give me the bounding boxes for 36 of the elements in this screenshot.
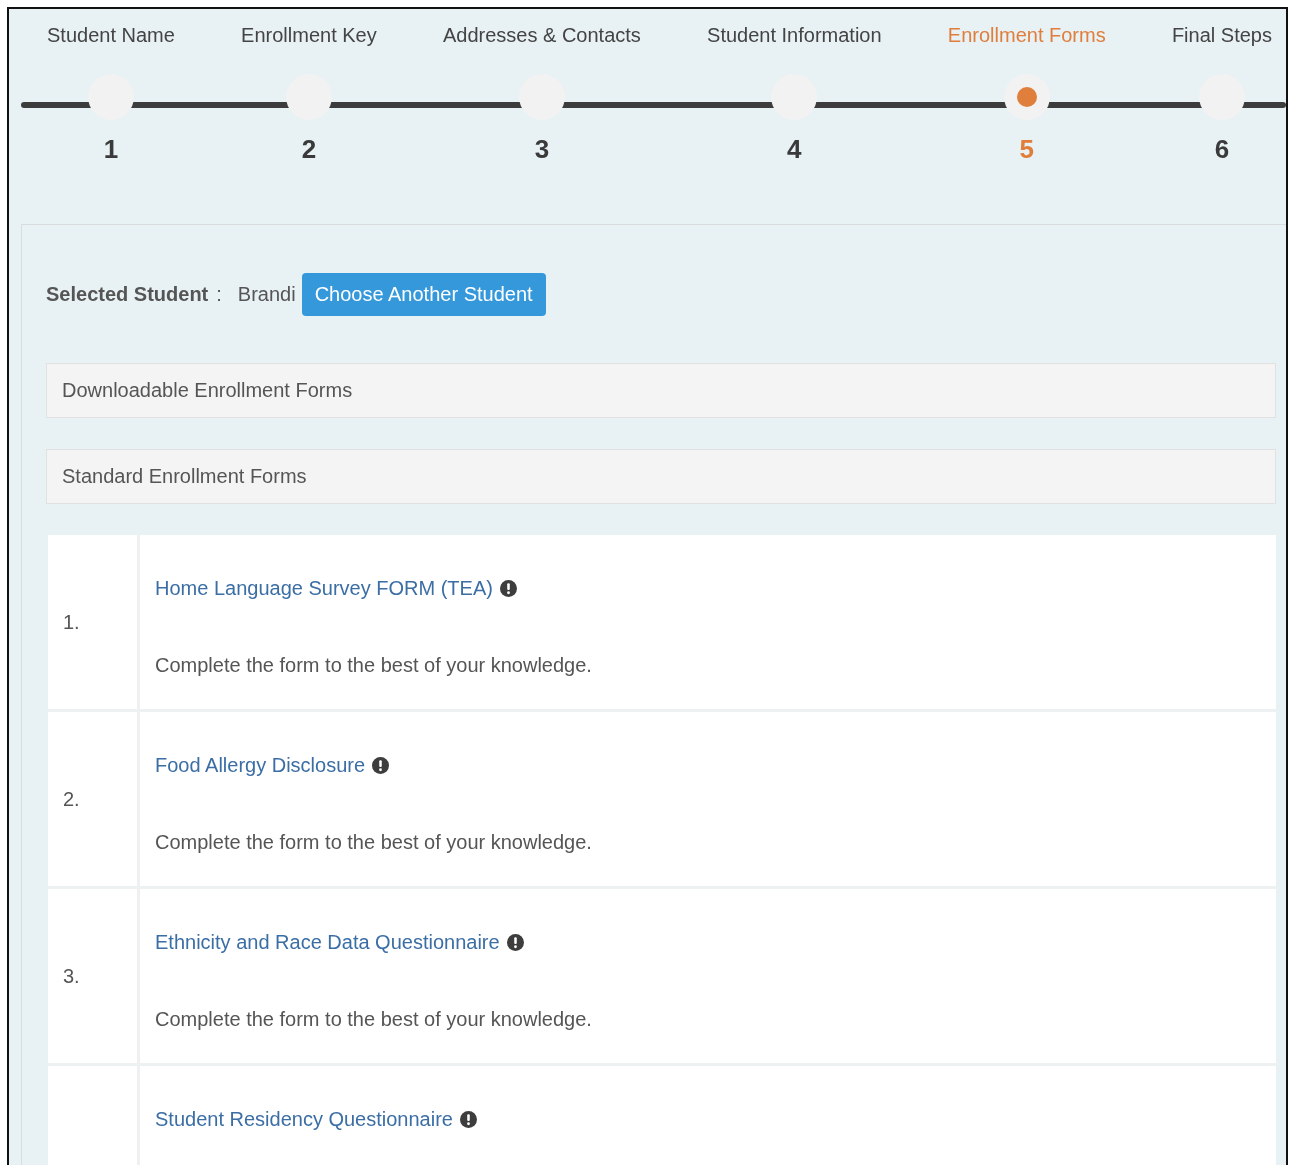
form-link[interactable]: Food Allergy Disclosure [155,754,390,777]
step-label[interactable]: Student Information [707,9,882,74]
step-marker[interactable] [771,74,818,120]
step-label[interactable]: Addresses & Contacts [442,9,641,74]
step-number: 2 [301,134,317,165]
step-label[interactable]: Student Name [47,9,175,74]
step-marker[interactable] [285,74,332,120]
step-marker[interactable] [518,74,565,120]
row-number: 1. [63,610,80,634]
row-number: 3. [63,964,80,988]
step-label[interactable]: Enrollment Key [241,9,377,74]
step-number: 6 [1214,134,1230,165]
step-marker[interactable] [1003,74,1050,120]
form-link[interactable]: Home Language Survey FORM (TEA) [155,577,517,600]
section-header[interactable]: Downloadable Enrollment Forms [46,363,1276,418]
step-marker[interactable] [87,74,134,120]
label-separator: : [216,283,222,306]
selected-student-label: Selected Student [46,283,209,306]
info-icon[interactable] [459,1111,477,1128]
step-number: 4 [787,134,802,165]
form-description: Complete the form to the best of your knowledge. [155,654,593,677]
step-number: 1 [103,134,119,165]
form-link[interactable]: Ethnicity and Race Data Questionnaire [155,931,524,954]
info-icon[interactable] [506,934,524,951]
step-label[interactable]: Final Steps [1171,9,1272,74]
step-marker[interactable] [1198,74,1245,120]
form-description: Complete the form to the best of your knowledge. [155,831,593,854]
student-name: Brandi [237,283,296,306]
info-icon[interactable] [372,757,390,774]
step-number: 3 [534,134,550,165]
row-number: 2. [63,787,80,811]
form-description: Complete the form to the best of your knowledge. [155,1008,593,1031]
info-icon[interactable] [499,580,517,597]
section-header[interactable]: Standard Enrollment Forms [46,449,1276,504]
form-link[interactable]: Student Residency Questionnaire [155,1108,477,1131]
step-number: 5 [1019,134,1034,165]
